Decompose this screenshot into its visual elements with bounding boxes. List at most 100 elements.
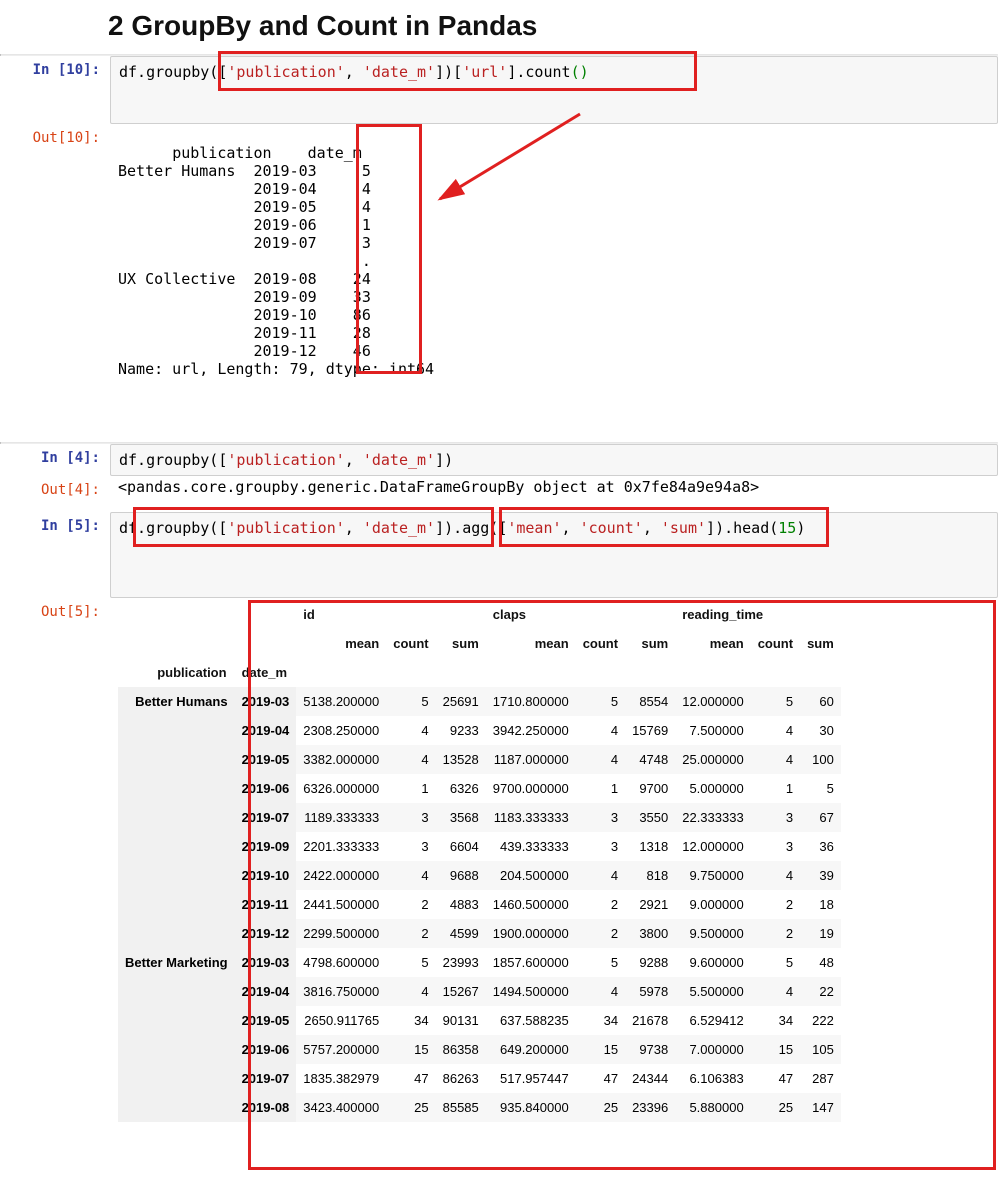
cell-in-4: In [4]: df.groupby(['publication', 'date… (0, 444, 998, 476)
col-sub-header: count (576, 629, 625, 658)
code-string: 'date_m' (363, 519, 435, 537)
cell-value: 4599 (436, 919, 486, 948)
row-index-date: 2019-04 (235, 977, 297, 1006)
cell-value: 2 (751, 890, 800, 919)
code-token: df.groupby( (119, 63, 218, 81)
cell-value: 4 (576, 716, 625, 745)
code-token: , (345, 519, 363, 537)
row-index-publication (118, 1064, 235, 1093)
row-index-publication (118, 716, 235, 745)
code-string: 'sum' (661, 519, 706, 537)
output-pre: <pandas.core.groupby.generic.DataFrameGr… (118, 478, 759, 496)
col-sub-header: sum (800, 629, 841, 658)
cell-value: 5.880000 (675, 1093, 750, 1122)
cell-value: 3942.250000 (486, 716, 576, 745)
cell-value: 15769 (625, 716, 675, 745)
cell-value: 6.106383 (675, 1064, 750, 1093)
cell-value: 4798.600000 (296, 948, 386, 977)
table-row: 2019-053382.0000004135281187.00000044748… (118, 745, 841, 774)
code-paren: () (571, 63, 589, 81)
row-index-publication (118, 1006, 235, 1035)
table-row: 2019-065757.2000001586358649.20000015973… (118, 1035, 841, 1064)
row-index-publication (118, 832, 235, 861)
cell-value: 9.750000 (675, 861, 750, 890)
cell-value: 3 (751, 803, 800, 832)
row-index-date: 2019-05 (235, 745, 297, 774)
cell-value: 34 (751, 1006, 800, 1035)
cell-value: 9700 (625, 774, 675, 803)
row-index-publication (118, 803, 235, 832)
code-token: ) (444, 451, 453, 469)
cell-value: 34 (386, 1006, 435, 1035)
cell-value: 4 (576, 745, 625, 774)
cell-value: 15 (386, 1035, 435, 1064)
code-token: , (345, 63, 363, 81)
cell-value: 2299.500000 (296, 919, 386, 948)
cell-value: 9288 (625, 948, 675, 977)
col-sub-header: mean (486, 629, 576, 658)
col-sub-header: sum (625, 629, 675, 658)
cell-value: 4 (576, 977, 625, 1006)
output-pre: publication date_m Better Humans 2019-03… (118, 144, 434, 378)
code-token: ] (435, 63, 444, 81)
cell-value: 3550 (625, 803, 675, 832)
cell-value: 6.529412 (675, 1006, 750, 1035)
code-token: df. (119, 519, 146, 537)
code-token: groupby( (146, 519, 218, 537)
cell-value: 3 (386, 832, 435, 861)
code-token: ) (796, 519, 805, 537)
row-index-date: 2019-06 (235, 1035, 297, 1064)
table-row: Better Humans2019-035138.200000525691171… (118, 687, 841, 716)
cell-value: 22.333333 (675, 803, 750, 832)
code-input-5[interactable]: df.groupby(['publication', 'date_m']).ag… (110, 512, 998, 598)
cell-value: 1857.600000 (486, 948, 576, 977)
cell-out-4: Out[4]: <pandas.core.groupby.generic.Dat… (0, 476, 998, 506)
section-heading: 2 GroupBy and Count in Pandas (108, 10, 998, 42)
in-prompt-4: In [4]: (0, 444, 110, 466)
code-string: 'publication' (227, 63, 344, 81)
cell-value: 105 (800, 1035, 841, 1064)
cell-value: 9700.000000 (486, 774, 576, 803)
cell-value: 4883 (436, 890, 486, 919)
row-index-date: 2019-09 (235, 832, 297, 861)
cell-value: 1318 (625, 832, 675, 861)
cell-value: 5 (576, 948, 625, 977)
cell-out-5: Out[5]: idclapsreading_timemeancountsumm… (0, 598, 998, 1132)
code-token: . (724, 519, 733, 537)
cell-value: 3 (576, 803, 625, 832)
code-token: agg( (462, 519, 498, 537)
code-token: )[ (444, 63, 462, 81)
table-row: 2019-083423.4000002585585935.84000025233… (118, 1093, 841, 1122)
cell-value: 47 (576, 1064, 625, 1093)
cell-value: 4 (576, 861, 625, 890)
cell-in-10: In [10]: df.groupby(['publication', 'dat… (0, 56, 998, 124)
code-input-4[interactable]: df.groupby(['publication', 'date_m']) (110, 444, 998, 476)
code-number: 15 (778, 519, 796, 537)
cell-value: 2 (751, 919, 800, 948)
cell-value: 25.000000 (675, 745, 750, 774)
cell-value: 3800 (625, 919, 675, 948)
output-text-10: publication date_m Better Humans 2019-03… (110, 124, 998, 442)
cell-value: 15 (751, 1035, 800, 1064)
cell-value: 637.588235 (486, 1006, 576, 1035)
cell-value: 2921 (625, 890, 675, 919)
cell-value: 23993 (436, 948, 486, 977)
cell-value: 1 (576, 774, 625, 803)
code-string: 'publication' (227, 451, 344, 469)
table-row: 2019-092201.33333336604439.3333333131812… (118, 832, 841, 861)
cell-value: 9.500000 (675, 919, 750, 948)
row-index-date: 2019-03 (235, 687, 297, 716)
dataframe: idclapsreading_timemeancountsummeancount… (118, 600, 841, 1122)
cell-value: 4 (751, 745, 800, 774)
cell-value: 47 (386, 1064, 435, 1093)
code-input-10[interactable]: df.groupby(['publication', 'date_m'])['u… (110, 56, 998, 124)
col-group-header: id (296, 600, 485, 629)
cell-value: 90131 (436, 1006, 486, 1035)
cell-value: 287 (800, 1064, 841, 1093)
code-token: , (643, 519, 661, 537)
col-sub-header: count (751, 629, 800, 658)
cell-value: 1187.000000 (486, 745, 576, 774)
row-index-date: 2019-08 (235, 1093, 297, 1122)
cell-value: 5 (800, 774, 841, 803)
cell-value: 2650.911765 (296, 1006, 386, 1035)
